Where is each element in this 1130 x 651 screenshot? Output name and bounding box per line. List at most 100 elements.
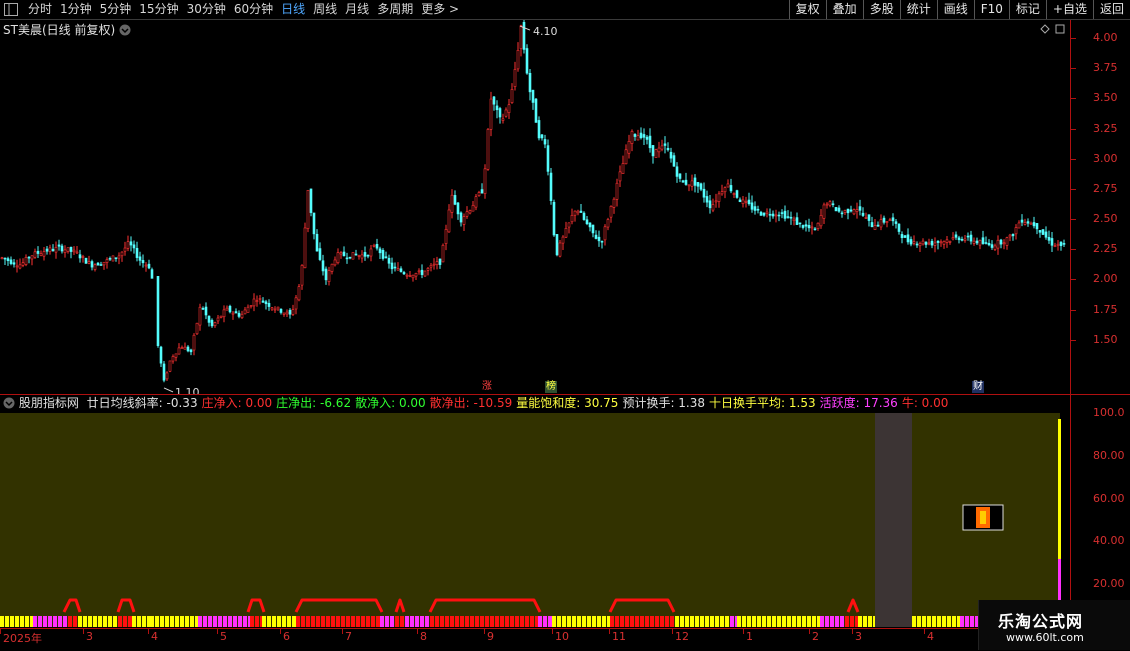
candle-body (852, 209, 856, 215)
candle-body (159, 346, 163, 364)
indicator-bar (858, 616, 862, 627)
candle-body (1032, 222, 1036, 227)
candle-body (1041, 229, 1045, 235)
candle-body (543, 139, 547, 145)
candle-body (663, 143, 667, 146)
price-tick-label: 2.00 (1093, 272, 1118, 286)
candle-body (864, 217, 868, 219)
period-tab-5[interactable]: 60分钟 (230, 0, 277, 19)
badge-bang[interactable]: 榜 (545, 381, 557, 393)
indicator-bar (165, 616, 169, 627)
toolbar-button-7[interactable]: +自选 (1045, 0, 1093, 19)
candle-body (423, 270, 427, 277)
period-tab-7[interactable]: 周线 (309, 0, 341, 19)
mini-gauge-core (980, 511, 986, 524)
candle-body (558, 242, 562, 257)
indicator-bar (395, 616, 399, 627)
candle-body (771, 213, 775, 217)
indicator-bar (767, 616, 771, 627)
indicator-bar (160, 616, 164, 627)
sidebar-toggle-icon[interactable] (4, 3, 18, 16)
candle-body (1053, 245, 1057, 248)
candle-body (996, 239, 1000, 249)
chevron-down-icon[interactable] (3, 397, 15, 409)
indicator-bar (610, 616, 614, 627)
candle-body (447, 209, 451, 233)
indicator-field-1: 庄净入: 0.00 (201, 396, 273, 410)
period-tab-1[interactable]: 1分钟 (56, 0, 96, 19)
toolbar-button-2[interactable]: 多股 (862, 0, 900, 19)
period-tab-2[interactable]: 5分钟 (96, 0, 136, 19)
period-tab-9[interactable]: 多周期 (373, 0, 417, 19)
indicator-bar (208, 616, 212, 627)
indicator-bar (292, 616, 296, 627)
candle-body (426, 267, 430, 271)
candle-body (882, 217, 886, 223)
period-tab-4[interactable]: 30分钟 (183, 0, 230, 19)
indicator-bar (123, 616, 127, 627)
indicator-bar (485, 616, 489, 627)
toolbar-button-3[interactable]: 统计 (899, 0, 937, 19)
indicator-bar (592, 616, 596, 627)
candle-body (294, 297, 298, 310)
candle-body (57, 244, 61, 247)
badge-zhang[interactable]: 涨 (481, 381, 493, 393)
candle-body (495, 105, 499, 111)
toolbar-button-0[interactable]: 复权 (788, 0, 826, 19)
toolbar-button-8[interactable]: 返回 (1092, 0, 1130, 19)
candle-body (879, 219, 883, 228)
indicator-bar (390, 616, 394, 627)
candlestick-chart[interactable]: 4.10 1.10 (0, 20, 1070, 394)
toolbar-button-1[interactable]: 叠加 (825, 0, 863, 19)
candle-body (72, 249, 76, 253)
indicator-bar (548, 616, 552, 627)
toolbar-button-6[interactable]: 标记 (1008, 0, 1046, 19)
candle-body (123, 247, 127, 252)
indicator-bar (410, 616, 414, 627)
toolbar-button-5[interactable]: F10 (973, 0, 1009, 19)
toolbar-button-4[interactable]: 画线 (936, 0, 974, 19)
candle-body (774, 214, 778, 217)
indicator-bar (762, 616, 766, 627)
period-tab-0[interactable]: 分时 (24, 0, 56, 19)
indicator-bar (782, 616, 786, 627)
candle-body (78, 254, 82, 259)
indicator-name[interactable]: 股朋指标网 (19, 396, 79, 410)
period-tab-10[interactable]: 更多 > (417, 0, 463, 19)
candle-body (1005, 237, 1009, 246)
candle-body (810, 226, 814, 229)
candle-body (387, 257, 391, 264)
indicator-bar (625, 616, 629, 627)
candle-body (576, 210, 580, 214)
indicator-chart[interactable] (0, 413, 1070, 628)
indicator-bar (175, 616, 179, 627)
candle-body (84, 257, 88, 264)
candle-body (357, 255, 361, 257)
badge-cai[interactable]: 财 (972, 381, 984, 393)
candle-body (792, 218, 796, 222)
candle-body (45, 248, 49, 252)
candle-body (768, 213, 772, 216)
candle-body (972, 240, 976, 244)
candle-body (582, 212, 586, 220)
indicator-bar (475, 616, 479, 627)
indicator-bar (316, 616, 320, 627)
price-tick-mark (1071, 279, 1076, 281)
indicator-bar (942, 616, 946, 627)
candle-body (126, 241, 130, 249)
candle-body (891, 217, 895, 222)
indicator-bar (470, 616, 474, 627)
candle-body (312, 212, 316, 235)
axis-divider (1070, 20, 1071, 626)
date-tick-label: 4 (927, 630, 934, 643)
candle-body (309, 188, 313, 213)
period-tab-8[interactable]: 月线 (341, 0, 373, 19)
period-tab-6[interactable]: 日线 (277, 0, 309, 19)
indicator-gap-band (875, 413, 912, 627)
indicator-bar (38, 616, 42, 627)
period-tab-3[interactable]: 15分钟 (135, 0, 182, 19)
date-tick-label: 5 (220, 630, 227, 643)
date-tick-mark (552, 629, 553, 634)
indicator-bar (650, 616, 654, 627)
candle-body (873, 225, 877, 230)
